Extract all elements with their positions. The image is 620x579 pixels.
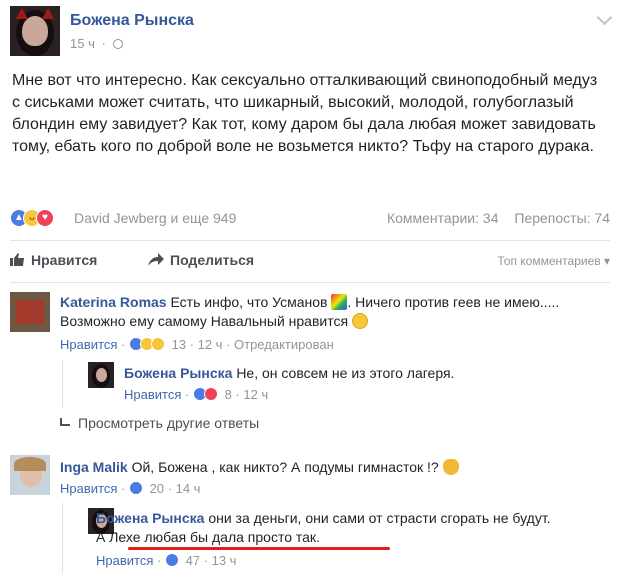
post-header: Божена Рынска 15 ч ·	[10, 6, 613, 60]
reaction-icons[interactable]: ▲ ᴗ ♥	[10, 209, 54, 228]
love-reaction-icon: ♥	[36, 209, 54, 228]
red-underline	[128, 547, 390, 550]
share-label: Поделиться	[170, 252, 255, 268]
comments-count[interactable]: Комментарии: 34	[387, 210, 499, 226]
like-button[interactable]: Нравится	[10, 252, 97, 268]
like-icon	[10, 253, 24, 266]
reply-body: Божена Рынска они за деньги, они сами от…	[96, 509, 552, 547]
author-name[interactable]: Божена Рынска	[70, 12, 194, 30]
avatar-shape	[16, 300, 44, 324]
shares-count[interactable]: Перепосты: 74	[514, 210, 610, 226]
avatar-hair	[14, 457, 46, 471]
comment-like-button[interactable]: Нравится	[60, 481, 117, 496]
comment-body: Inga Malik Ой, Божена , как никто? А под…	[60, 458, 608, 477]
commenter-avatar[interactable]	[10, 292, 50, 332]
reply-text: Не, он совсем не из этого лагеря.	[236, 365, 455, 381]
comment-time[interactable]: 12 ч	[198, 337, 223, 352]
caret-down-icon: ▾	[603, 254, 610, 268]
reaction-count[interactable]: 13	[172, 337, 186, 352]
avatar-ear-right	[42, 8, 54, 19]
comment-meta: Нравится · 13 · 12 ч · Отредактирован	[60, 337, 334, 352]
love-reaction-icon	[203, 387, 218, 401]
like-reaction-icon	[164, 553, 179, 567]
reaction-count[interactable]: 20	[150, 481, 164, 496]
like-reaction-icon	[128, 481, 143, 495]
reply-meta: Нравится · 47 · 13 ч	[96, 553, 237, 568]
reply-arrow-icon	[60, 418, 70, 426]
commenter-name[interactable]: Божена Рынска	[96, 510, 204, 526]
comment-like-button[interactable]: Нравится	[60, 337, 117, 352]
commenter-avatar[interactable]	[10, 455, 50, 495]
post-meta: 15 ч ·	[70, 36, 124, 51]
post-counts: Комментарии: 34 Перепосты: 74	[375, 210, 610, 226]
reply-body: Божена Рынска Не, он совсем не из этого …	[124, 364, 608, 383]
meta-dot: ·	[101, 36, 106, 51]
reaction-count[interactable]: 8	[225, 387, 232, 402]
comment-text: Ой, Божена , как никто? А подумы гимнаст…	[131, 459, 439, 475]
more-replies-label: Просмотреть другие ответы	[78, 415, 260, 431]
avatar-ear-left	[16, 8, 28, 19]
chevron-down-icon[interactable]	[596, 9, 613, 26]
comment-body: Katerina Romas Есть инфо, что Усманов . …	[60, 293, 608, 331]
edited-label[interactable]: Отредактирован	[234, 337, 334, 352]
post-text: Мне вот что интересно. Как сексуально от…	[12, 72, 598, 155]
author-avatar[interactable]	[10, 6, 60, 56]
reply-thread-line	[62, 503, 63, 573]
reply-avatar[interactable]	[88, 362, 114, 388]
globe-icon	[113, 39, 124, 49]
commenter-name[interactable]: Inga Malik	[60, 459, 128, 475]
comment-time[interactable]: 14 ч	[176, 481, 201, 496]
comment-like-button[interactable]: Нравится	[96, 553, 153, 568]
sad-reaction-icon	[150, 337, 165, 351]
comment-time[interactable]: 12 ч	[243, 387, 268, 402]
divider	[10, 282, 610, 283]
reply-meta: Нравится · 8 · 12 ч	[124, 387, 269, 402]
top-comments-label: Топ комментариев	[497, 254, 601, 268]
reply-text-underlined: А Лехе любая бы дала просто так.	[96, 529, 320, 545]
comment-meta: Нравится · 20 · 14 ч	[60, 481, 201, 496]
post-time[interactable]: 15 ч	[70, 36, 95, 51]
reactors-text[interactable]: David Jewberg и еще 949	[74, 210, 236, 226]
commenter-name[interactable]: Katerina Romas	[60, 294, 167, 310]
comment-time[interactable]: 13 ч	[212, 553, 237, 568]
cat-emoji-icon	[442, 459, 459, 475]
like-label: Нравится	[31, 252, 98, 268]
share-icon	[148, 253, 164, 266]
comment-text-part: Есть инфо, что Усманов	[170, 294, 328, 310]
avatar-face	[96, 368, 107, 382]
reply-thread-line	[62, 360, 63, 408]
avatar-face	[22, 16, 48, 46]
comment-like-button[interactable]: Нравится	[124, 387, 181, 402]
reactions-bar: ▲ ᴗ ♥ David Jewberg и еще 949 Комментарии:…	[10, 209, 610, 229]
reaction-count[interactable]: 47	[186, 553, 200, 568]
divider	[10, 240, 610, 241]
actions-bar: Нравится Поделиться Топ комментариев ▾	[10, 248, 610, 274]
smile-emoji-icon	[351, 313, 368, 329]
rainbow-emoji-icon	[331, 294, 348, 310]
reply-text: они за деньги, они сами от страсти сгора…	[208, 510, 551, 526]
commenter-name[interactable]: Божена Рынска	[124, 365, 232, 381]
top-comments-dropdown[interactable]: Топ комментариев ▾	[497, 254, 610, 268]
share-button[interactable]: Поделиться	[148, 252, 254, 268]
more-replies-link[interactable]: Просмотреть другие ответы	[60, 415, 259, 431]
